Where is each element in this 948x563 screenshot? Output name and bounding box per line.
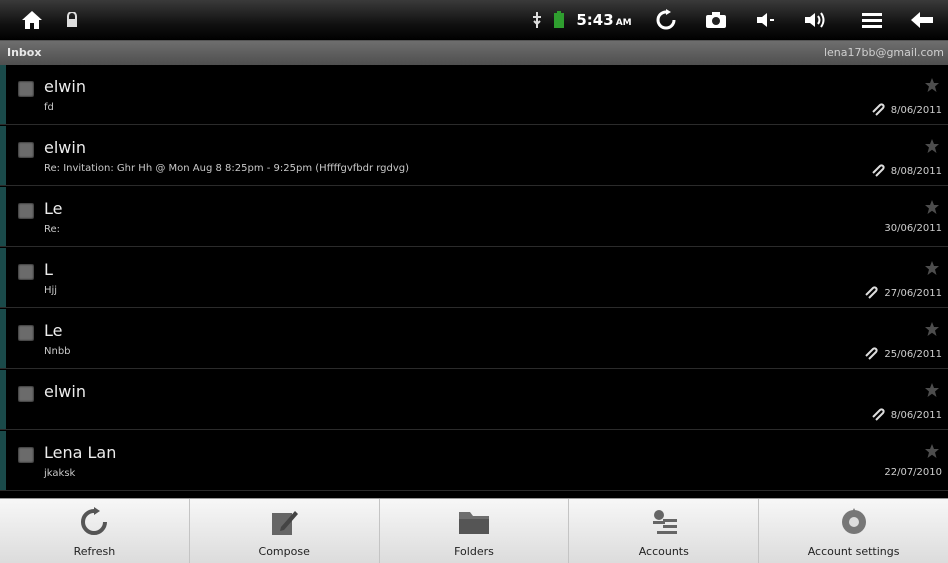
message-subject: Re: Invitation: Ghr Hh @ Mon Aug 8 8:25p… [44,163,410,174]
star-icon[interactable] [924,260,940,280]
home-icon[interactable] [12,0,52,40]
message-date: 27/06/2011 [884,288,942,299]
star-icon[interactable] [924,382,940,402]
star-icon[interactable] [924,77,940,97]
row-edge [0,126,6,185]
account-settings-label: Account settings [807,545,900,558]
attachment-icon [871,101,885,120]
message-sender: elwin [44,77,86,96]
status-bar: 5:43 AM [0,0,948,41]
clock-ampm: AM [615,18,632,28]
folders-label: Folders [454,545,494,558]
row-edge [0,370,6,429]
star-icon[interactable] [924,443,940,463]
message-sender: Le [44,199,63,218]
message-sender: elwin [44,138,86,157]
message-row[interactable]: elwin Re: Invitation: Ghr Hh @ Mon Aug 8… [0,126,948,186]
message-date: 8/06/2011 [890,105,942,116]
row-edge [0,248,6,307]
clock: 5:43 AM [570,0,638,40]
menu-icon[interactable] [852,0,892,40]
row-edge [0,309,6,368]
attachment-icon [871,162,885,181]
star-icon[interactable] [924,199,940,219]
page-title: Inbox [7,46,42,59]
star-icon[interactable] [924,138,940,158]
account-settings-button[interactable]: Account settings [759,499,948,563]
attachment-icon [864,345,878,364]
message-sender: L [44,260,53,279]
refresh-label: Refresh [73,545,116,558]
camera-icon[interactable] [696,0,736,40]
message-sender: elwin [44,382,86,401]
row-edge [0,65,6,124]
message-row[interactable]: L Hjj 27/06/2011 [0,248,948,308]
message-subject: Hjj [44,285,58,296]
row-edge [0,431,6,490]
select-checkbox[interactable] [18,203,34,219]
message-date: 8/06/2011 [890,410,942,421]
back-icon[interactable] [902,0,942,40]
accounts-label: Accounts [638,545,689,558]
message-list: elwin fd 8/06/2011 elwin Re: Invitation:… [0,65,948,497]
clock-time: 5:43 [576,11,614,29]
select-checkbox[interactable] [18,447,34,463]
message-subject: Nnbb [44,346,71,357]
folders-button[interactable]: Folders [380,499,570,563]
compose-label: Compose [258,545,310,558]
message-date: 30/06/2011 [884,223,942,234]
accounts-icon [649,507,679,537]
star-icon[interactable] [924,321,940,341]
message-row[interactable]: Lena Lan jkaksk 22/07/2010 [0,431,948,491]
usb-icon [530,0,544,40]
battery-icon [552,0,566,40]
lock-icon [52,0,92,40]
select-checkbox[interactable] [18,264,34,280]
select-checkbox[interactable] [18,325,34,341]
folder-icon [457,507,491,537]
select-checkbox[interactable] [18,81,34,97]
attachment-icon [864,284,878,303]
refresh-icon [79,507,109,537]
message-row[interactable]: Le Nnbb 25/06/2011 [0,309,948,369]
select-checkbox[interactable] [18,386,34,402]
inbox-header: Inbox lena17bb@gmail.com [0,41,948,65]
message-row[interactable]: elwin 8/06/2011 [0,370,948,430]
refresh-button[interactable]: Refresh [0,499,190,563]
settings-icon [839,507,869,537]
volume-up-icon[interactable] [796,0,836,40]
message-date: 8/08/2011 [890,166,942,177]
message-subject: fd [44,102,54,113]
compose-icon [269,507,299,537]
message-row[interactable]: Le Re: 30/06/2011 [0,187,948,247]
volume-down-icon[interactable] [746,0,786,40]
compose-button[interactable]: Compose [190,499,380,563]
message-subject: jkaksk [44,468,76,479]
row-edge [0,187,6,246]
accounts-button[interactable]: Accounts [569,499,760,563]
attachment-icon [871,406,885,425]
refresh-icon[interactable] [646,0,686,40]
message-date: 22/07/2010 [884,467,942,478]
message-subject: Re: [44,224,61,235]
account-email: lena17bb@gmail.com [823,46,944,59]
message-sender: Le [44,321,63,340]
select-checkbox[interactable] [18,142,34,158]
message-sender: Lena Lan [44,443,117,462]
message-date: 25/06/2011 [884,349,942,360]
message-row[interactable]: elwin fd 8/06/2011 [0,65,948,125]
bottom-toolbar: Refresh Compose Folders Accounts Account… [0,498,948,563]
